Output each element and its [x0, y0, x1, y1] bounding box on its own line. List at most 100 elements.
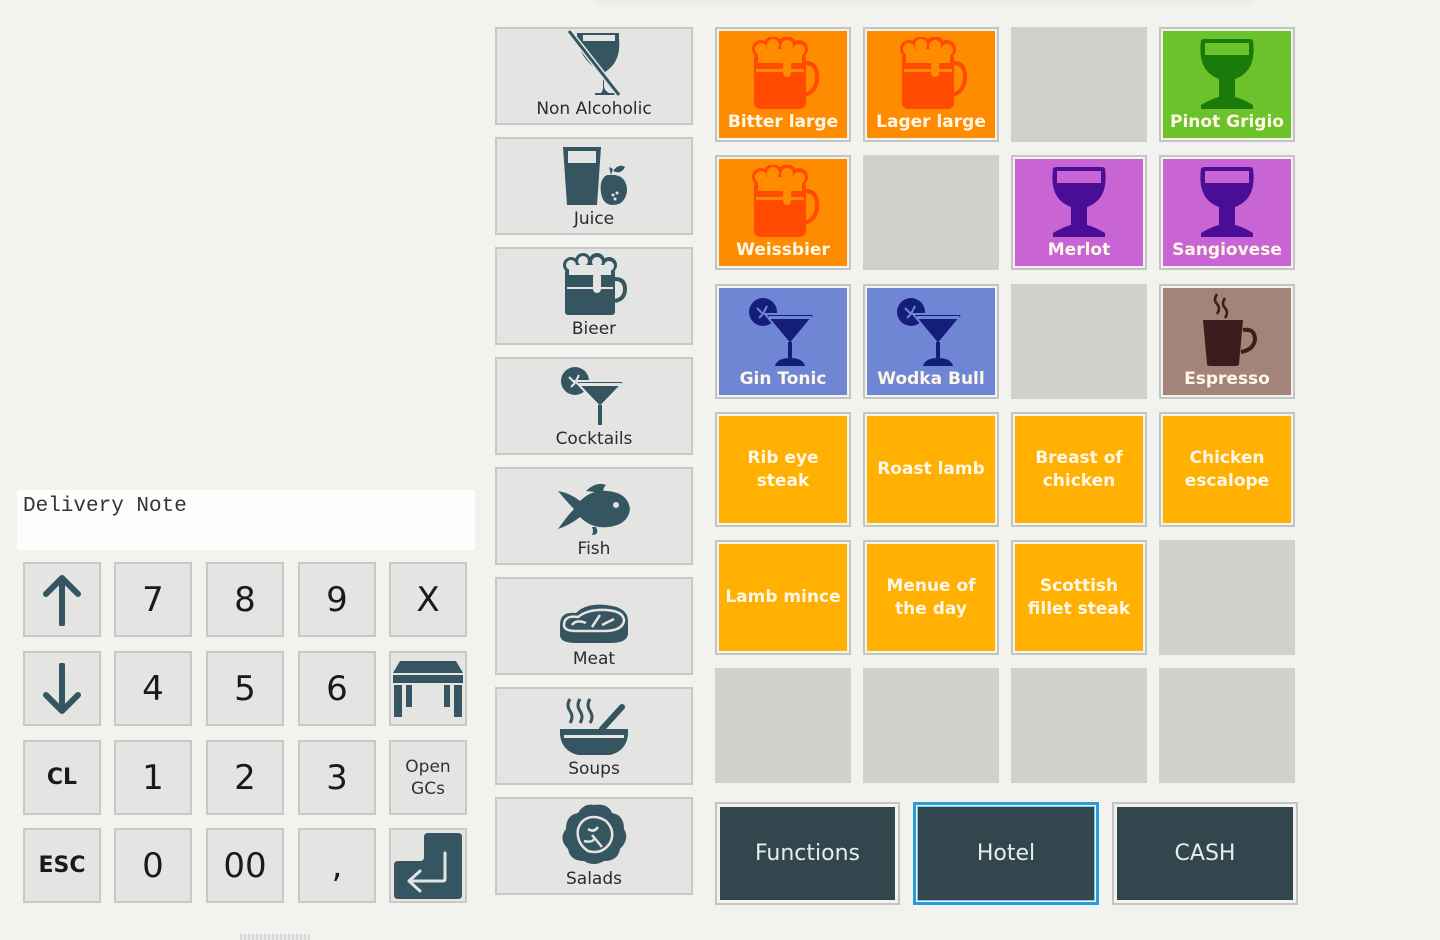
- product-merlot[interactable]: Merlot: [1011, 155, 1147, 270]
- cocktail-icon: [561, 367, 628, 425]
- product-rib-eye-steak[interactable]: Rib eye steak: [715, 412, 851, 527]
- cocktail-icon: [895, 296, 967, 368]
- delivery-note-text: Delivery Note: [23, 495, 187, 518]
- product-empty-slot: [1011, 668, 1147, 783]
- product-gin-tonic[interactable]: Gin Tonic: [715, 284, 851, 399]
- product-lager-large[interactable]: Lager large: [863, 27, 999, 142]
- product-label: Espresso: [1184, 369, 1270, 389]
- product-label: Pinot Grigio: [1170, 112, 1284, 132]
- key-label: 1: [142, 757, 164, 798]
- product-breast-of-chicken[interactable]: Breast of chicken: [1011, 412, 1147, 527]
- key-7[interactable]: 7: [114, 562, 192, 637]
- arrow-up-button[interactable]: [23, 562, 101, 637]
- category-meat[interactable]: Meat: [495, 577, 693, 675]
- enter-icon: [394, 832, 462, 899]
- table-button[interactable]: [389, 651, 467, 726]
- product-label: Rib eye steak: [747, 447, 819, 491]
- product-label: Breast of chicken: [1035, 447, 1123, 491]
- key-5[interactable]: 5: [206, 651, 284, 726]
- key-6[interactable]: 6: [298, 651, 376, 726]
- open-gcs-button[interactable]: Open GCs: [389, 740, 467, 815]
- arrow-up-icon: [43, 574, 81, 626]
- product-empty-slot: [1159, 668, 1295, 783]
- beer-icon: [747, 165, 819, 239]
- category-label: Fish: [577, 539, 611, 559]
- product-pinot-grigio[interactable]: Pinot Grigio: [1159, 27, 1295, 142]
- multiply-button[interactable]: X: [389, 562, 467, 637]
- product-scottish-fillet-steak[interactable]: Scottish fillet steak: [1011, 540, 1147, 655]
- functions-button[interactable]: Functions: [715, 802, 900, 905]
- resize-grip[interactable]: [240, 934, 310, 940]
- salad-icon: [562, 804, 627, 864]
- top-bar: [594, 0, 1254, 6]
- key-9[interactable]: 9: [298, 562, 376, 637]
- key-label: 6: [326, 668, 348, 709]
- key-label: X: [416, 579, 440, 620]
- cash-label: CASH: [1174, 841, 1236, 866]
- key-8[interactable]: 8: [206, 562, 284, 637]
- key-label: 8: [234, 579, 256, 620]
- cocktail-icon: [747, 296, 819, 368]
- category-cocktails[interactable]: Cocktails: [495, 357, 693, 455]
- product-chicken-escalope[interactable]: Chicken escalope: [1159, 412, 1295, 527]
- key-label: Open GCs: [405, 756, 451, 799]
- key-label: 2: [234, 757, 256, 798]
- product-label: Menue of the day: [886, 575, 976, 619]
- delivery-note-field[interactable]: Delivery Note: [17, 490, 475, 550]
- product-empty-slot: [863, 155, 999, 270]
- product-label: Bitter large: [727, 112, 839, 132]
- key-label: 7: [142, 579, 164, 620]
- key-1[interactable]: 1: [114, 740, 192, 815]
- category-non-alcoholic[interactable]: Non Alcoholic: [495, 27, 693, 125]
- product-label: Merlot: [1047, 240, 1111, 260]
- beer-icon: [747, 37, 819, 111]
- product-weissbier[interactable]: Weissbier: [715, 155, 851, 270]
- enter-button[interactable]: [389, 828, 467, 903]
- product-sangiovese[interactable]: Sangiovese: [1159, 155, 1295, 270]
- key-4[interactable]: 4: [114, 651, 192, 726]
- cash-button[interactable]: CASH: [1112, 802, 1298, 905]
- hotel-button[interactable]: Hotel: [913, 802, 1099, 905]
- key-00[interactable]: 00: [206, 828, 284, 903]
- key-label: ,: [331, 845, 343, 886]
- category-label: Salads: [566, 869, 622, 889]
- product-roast-lamb[interactable]: Roast lamb: [863, 412, 999, 527]
- soup-icon: [560, 698, 628, 755]
- key-0[interactable]: 0: [114, 828, 192, 903]
- key-label: 5: [234, 668, 256, 709]
- key-label: 00: [223, 845, 267, 886]
- product-lamb-mince[interactable]: Lamb mince: [715, 540, 851, 655]
- category-label: Bieer: [571, 319, 617, 339]
- product-empty-slot: [1011, 284, 1147, 399]
- category-label: Cocktails: [555, 429, 633, 449]
- product-label: Roast lamb: [877, 459, 985, 479]
- category-fish[interactable]: Fish: [495, 467, 693, 565]
- clear-button[interactable]: CL: [23, 740, 101, 815]
- product-espresso[interactable]: Espresso: [1159, 284, 1295, 399]
- fish-icon: [558, 483, 630, 535]
- product-bitter-large[interactable]: Bitter large: [715, 27, 851, 142]
- beer-icon: [895, 37, 967, 111]
- beer-icon: [563, 253, 628, 315]
- product-label: Weissbier: [736, 240, 830, 260]
- key-label: 0: [142, 845, 164, 886]
- functions-label: Functions: [754, 841, 861, 866]
- no-alcohol-icon: [566, 29, 622, 97]
- product-menue-of-the-day[interactable]: Menue of the day: [863, 540, 999, 655]
- category-label: Soups: [568, 759, 620, 779]
- escape-button[interactable]: ESC: [23, 828, 101, 903]
- product-label: Lamb mince: [725, 587, 841, 607]
- product-label: Sangiovese: [1172, 240, 1282, 260]
- arrow-down-button[interactable]: [23, 651, 101, 726]
- category-beer[interactable]: Bieer: [495, 247, 693, 345]
- product-wodka-bull[interactable]: Wodka Bull: [863, 284, 999, 399]
- product-label: Gin Tonic: [739, 369, 827, 389]
- key-2[interactable]: 2: [206, 740, 284, 815]
- category-soups[interactable]: Soups: [495, 687, 693, 785]
- category-salads[interactable]: Salads: [495, 797, 693, 895]
- product-empty-slot: [1159, 540, 1295, 655]
- category-juice[interactable]: Juice: [495, 137, 693, 235]
- key-3[interactable]: 3: [298, 740, 376, 815]
- arrow-down-icon: [43, 662, 81, 714]
- decimal-comma-button[interactable]: ,: [298, 828, 376, 903]
